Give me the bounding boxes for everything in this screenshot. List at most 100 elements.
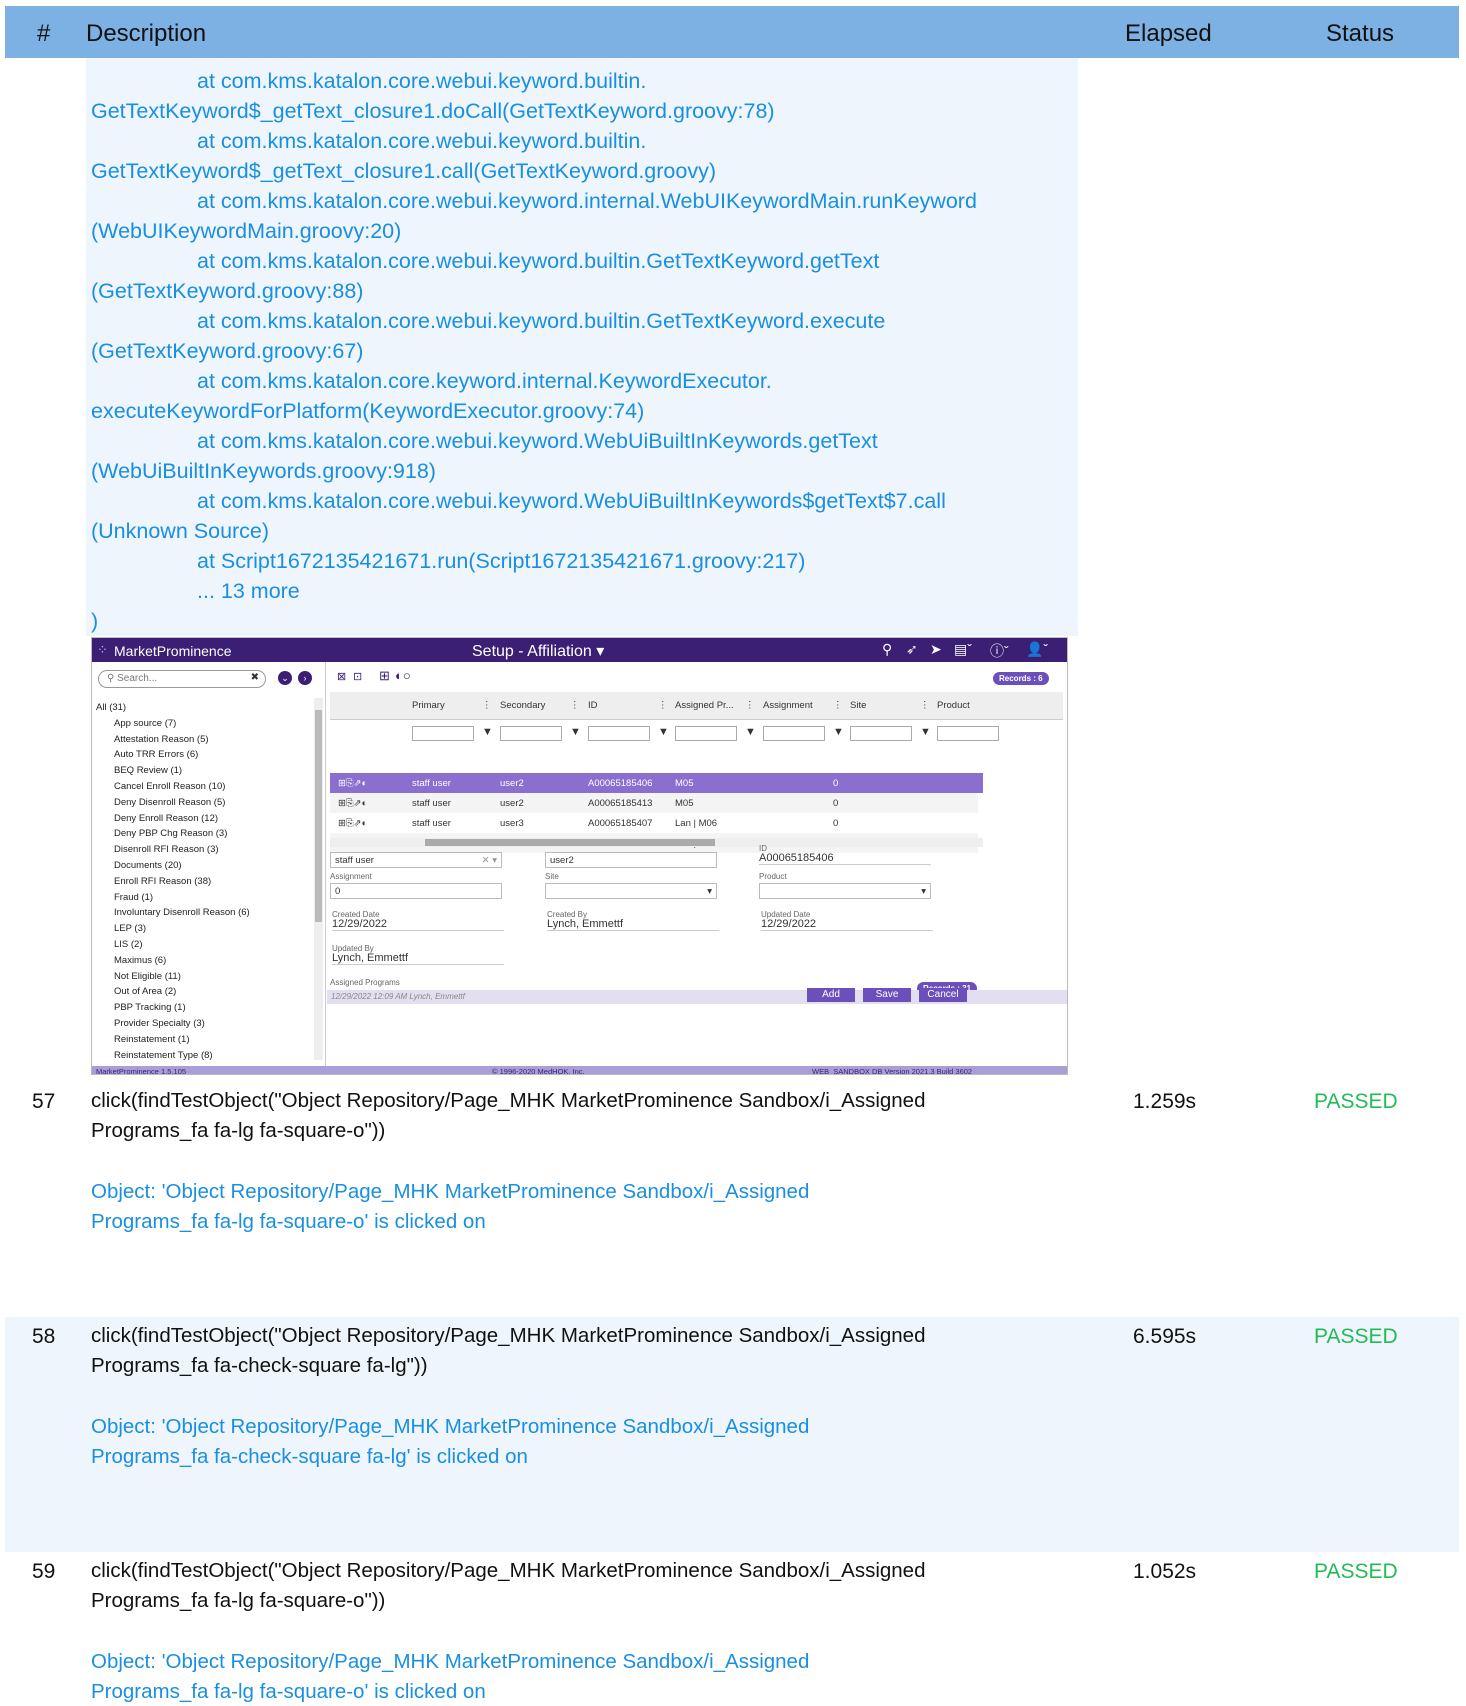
user-icon[interactable]: 👤ˇ [1026,641,1048,658]
filter-input[interactable] [588,726,650,741]
send-icon[interactable]: ➤ [930,641,942,658]
filter-icon[interactable]: ▼ [745,726,756,738]
table-row[interactable]: ⊞⎘⇗◐ staff user user3 A00065185407 Lan | M06… [330,813,978,833]
column-header[interactable]: Assignment [763,700,813,711]
tree-scrollbar[interactable] [314,698,323,1060]
tree-item[interactable]: Attestation Reason (5) [96,732,250,748]
product-select[interactable]: ▾ [759,883,931,899]
filter-icon[interactable]: ▼ [658,726,669,738]
filter-icon[interactable]: ▼ [570,726,581,738]
column-menu-icon[interactable]: ⋮ [920,700,930,711]
step-elapsed: 1.259s [1133,1090,1197,1113]
grid-view-icon[interactable]: ⊞ [379,668,390,684]
column-header[interactable]: Secondary [500,700,545,711]
updated-date-value: 12/29/2022 [761,918,933,931]
secondary-field[interactable]: user2 [545,852,717,868]
step-command: click(findTestObject("Object Repository/… [91,1324,926,1347]
cell-primary: staff user [412,818,451,829]
tree-item[interactable]: Documents (20) [96,858,250,874]
column-menu-icon[interactable]: ⋮ [658,700,668,711]
tree-item[interactable]: Reinstatement Type (8) [96,1048,250,1064]
filter-input[interactable] [850,726,912,741]
status-bar: MarketProminence 1.5.105 © 1996-2020 Med… [92,1066,1067,1075]
search-icon[interactable]: ⚲ [882,641,892,658]
tree-item[interactable]: Disenroll RFI Reason (3) [96,842,250,858]
filter-input[interactable] [412,726,474,741]
save-button[interactable]: Save [863,988,911,1002]
assignment-field[interactable]: 0 [330,883,502,899]
tree-item[interactable]: LEP (3) [96,921,250,937]
tree-item[interactable]: App source (7) [96,716,250,732]
info-icon[interactable]: ⓘˇ [990,641,1009,661]
site-select[interactable]: ▾ [545,883,717,899]
header-num: # [37,20,51,47]
stack-line: (WebUIKeywordMain.groovy:20) [91,219,402,243]
tree-item[interactable]: Deny PBP Chg Reason (3) [96,826,250,842]
tree-item[interactable]: BEQ Review (1) [96,763,250,779]
tree-item[interactable]: Auto TRR Errors (6) [96,747,250,763]
pdf-icon[interactable]: ⊡ [353,670,362,683]
column-header[interactable]: Product [937,700,970,711]
column-menu-icon[interactable]: ⋮ [745,700,755,711]
cell-primary: staff user [412,798,451,809]
tree-item[interactable]: Not Eligible (11) [96,969,250,985]
filter-icon[interactable]: ▼ [833,726,844,738]
tree-item[interactable]: LIS (2) [96,937,250,953]
cancel-button[interactable]: Cancel [919,988,967,1002]
card-icon[interactable]: ▤ˇ [954,641,972,658]
rocket-icon[interactable]: ➶ [906,641,918,658]
column-header[interactable]: Primary [412,700,445,711]
primary-field[interactable]: staff user ✕ ▾ [330,852,502,868]
collapse-icon[interactable]: ⌄ [278,671,292,685]
add-button[interactable]: Add [807,988,855,1002]
grid-hscrollbar[interactable] [330,838,983,847]
filter-input[interactable] [675,726,737,741]
tree-item[interactable]: Cancel Enroll Reason (10) [96,779,250,795]
cell-id: A00065185413 [588,798,653,809]
tree-item[interactable]: Maximus (6) [96,953,250,969]
next-icon[interactable]: › [298,671,312,685]
column-menu-icon[interactable]: ⋮ [570,700,580,711]
page-title[interactable]: Setup - Affiliation ▾ [472,641,604,661]
table-row[interactable]: ⊞⎘⇗◐ staff user user2 A00065185406 M05 0 [330,773,983,793]
status-version: MarketProminence 1.5.105 [96,1067,187,1075]
filter-input[interactable] [937,726,999,741]
row-actions-icon[interactable]: ⊞⎘⇗◐ [338,818,367,829]
tree-item[interactable]: Deny Enroll Reason (12) [96,811,250,827]
filter-icon[interactable]: ▼ [920,726,931,738]
tree-item[interactable]: Involuntary Disenroll Reason (6) [96,905,250,921]
row-actions-icon[interactable]: ⊞⎘⇗◐ [338,798,367,809]
filter-input[interactable] [763,726,825,741]
tree-root[interactable]: All (31) [96,700,250,716]
id-value: A00065185406 [759,852,931,865]
tree-item[interactable]: PBP Tracking (1) [96,1000,250,1016]
tree-item[interactable]: Fraud (1) [96,890,250,906]
clear-icon[interactable]: ✕ ▾ [482,855,497,866]
tree-item[interactable]: Deny Disenroll Reason (5) [96,795,250,811]
tree-item[interactable]: Enroll RFI Reason (38) [96,874,250,890]
stack-line: at com.kms.katalon.core.webui.keyword.bu… [197,249,880,273]
tree-item[interactable]: Out of Area (2) [96,984,250,1000]
header-status: Status [1326,20,1395,47]
records-panel: ⊠ ⊡ ⊞ ◐○ Records : 6 Primary ⋮ Secondary ⋮ I… [327,662,1067,1066]
cell-assigned: M05 [675,778,694,789]
tree-item[interactable]: Provider Specialty (3) [96,1016,250,1032]
filter-icon[interactable]: ▼ [482,726,493,738]
site-label: Site [545,872,559,881]
filter-input[interactable] [500,726,562,741]
row-actions-icon[interactable]: ⊞⎘⇗◐ [338,778,367,789]
column-header[interactable]: ID [588,700,598,711]
column-menu-icon[interactable]: ⋮ [482,700,492,711]
grid-header: Primary ⋮ Secondary ⋮ ID ⋮ Assigned Pr... ⋮ Assi… [330,692,1063,720]
toggle-icon[interactable]: ◐○ [395,668,411,683]
excel-icon[interactable]: ⊠ [337,670,346,683]
search-input[interactable]: ⚲ Search... ✖ [98,670,266,688]
table-row[interactable]: ⊞⎘⇗◐ staff user user2 A00065185413 M05 0 [330,793,978,813]
tree-item[interactable]: Reinstatement (1) [96,1032,250,1048]
clear-icon[interactable]: ✖ [251,672,259,683]
stack-line: (Unknown Source) [91,519,270,543]
column-menu-icon[interactable]: ⋮ [833,700,843,711]
column-header[interactable]: Site [850,700,866,711]
column-header[interactable]: Assigned Pr... [675,700,734,711]
stack-line: at com.kms.katalon.core.webui.keyword.bu… [197,129,647,153]
